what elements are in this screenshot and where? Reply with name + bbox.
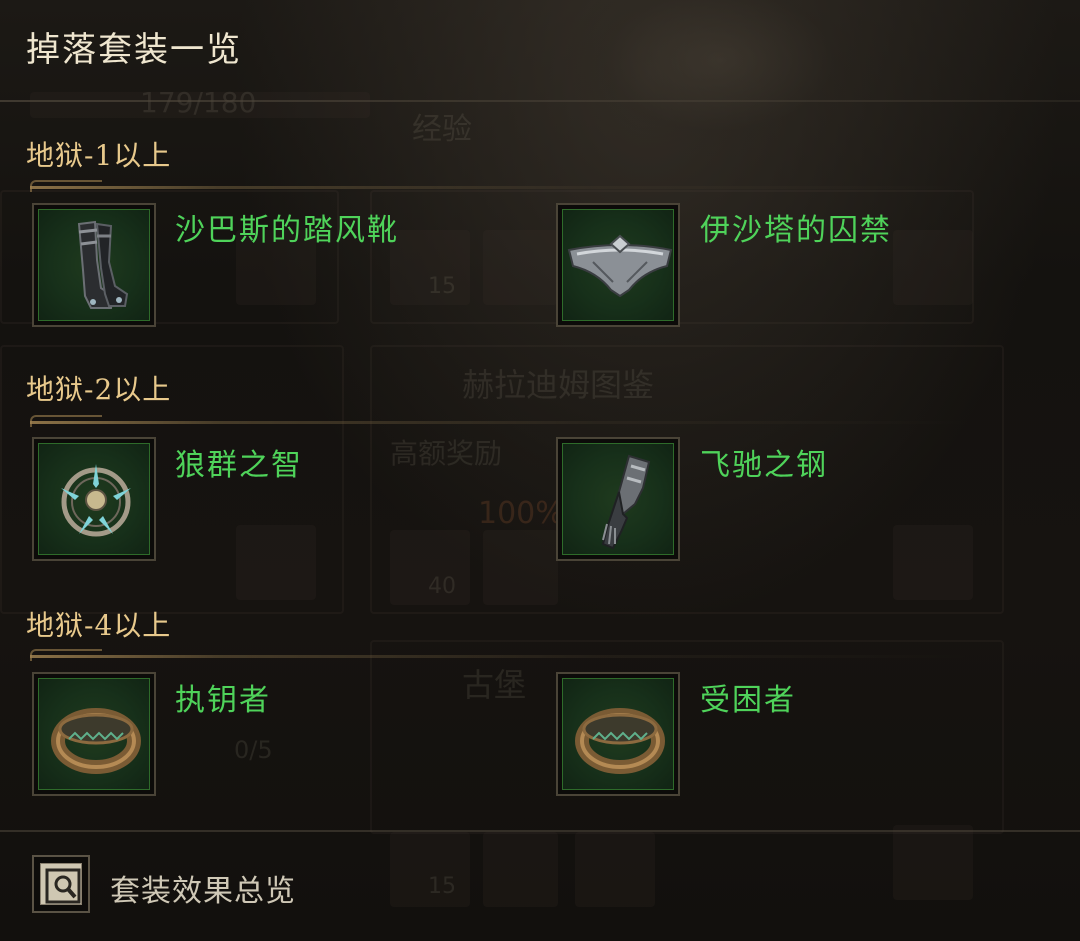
tier-divider-1 — [30, 180, 970, 192]
background-slot — [236, 525, 316, 600]
item-name-keybearer[interactable]: 执钥者 — [175, 675, 271, 719]
background-slot — [575, 832, 655, 907]
background-reward-text: 高额奖励 — [390, 437, 503, 470]
set-overview-icon — [40, 863, 82, 905]
tier-heading-2: 地狱-2以上 — [26, 373, 172, 406]
item-slot-belt[interactable] — [556, 203, 680, 327]
background-count: 40 — [428, 574, 456, 599]
panel-title: 掉落套装一览 — [26, 30, 242, 70]
background-progress-text: 179/180 — [140, 86, 257, 119]
background-percent-text: 100% — [478, 496, 564, 531]
item-slot-ring-keybearer[interactable] — [32, 672, 156, 796]
item-name-boots[interactable]: 沙巴斯的踏风靴 — [175, 205, 399, 249]
background-exp-label: 经验 — [412, 112, 472, 147]
item-name-belt[interactable]: 伊沙塔的囚禁 — [700, 205, 892, 249]
drop-set-panel: 179/180 经验 赫拉迪姆图鉴 高额奖励 100% 15 40 古堡 0/5… — [0, 0, 1080, 941]
set-overview-button[interactable] — [32, 855, 90, 913]
belt-icon — [562, 209, 674, 321]
background-slot — [483, 832, 558, 907]
amulet-icon — [38, 443, 150, 555]
tier-heading-4: 地狱-4以上 — [26, 609, 172, 642]
footer-divider — [0, 830, 1080, 832]
ring-icon — [562, 678, 674, 790]
background-castle-text: 古堡 — [462, 666, 527, 704]
tier-heading-1: 地狱-1以上 — [26, 139, 172, 172]
item-name-gauntlet[interactable]: 飞驰之钢 — [700, 440, 828, 484]
item-slot-gauntlet[interactable] — [556, 437, 680, 561]
background-count: 15 — [428, 274, 456, 299]
background-slot — [893, 825, 973, 900]
background-fraction-text: 0/5 — [234, 736, 273, 764]
background-slot — [483, 530, 558, 605]
background-count: 15 — [428, 874, 456, 899]
title-divider — [0, 100, 1080, 102]
item-slot-amulet[interactable] — [32, 437, 156, 561]
ring-icon — [38, 678, 150, 790]
item-slot-boots[interactable] — [32, 203, 156, 327]
boots-icon — [38, 209, 150, 321]
item-name-trapped[interactable]: 受困者 — [700, 675, 796, 719]
tier-divider-4 — [30, 649, 970, 661]
background-codex-label: 赫拉迪姆图鉴 — [462, 366, 655, 404]
tier-divider-2 — [30, 415, 970, 427]
set-overview-label[interactable]: 套装效果总览 — [110, 866, 296, 910]
background-slot — [483, 230, 558, 305]
background-slot — [893, 230, 973, 305]
background-slot — [893, 525, 973, 600]
gauntlet-icon — [562, 443, 674, 555]
background-emblem — [560, 0, 880, 160]
item-name-amulet[interactable]: 狼群之智 — [175, 440, 303, 484]
item-slot-ring-trapped[interactable] — [556, 672, 680, 796]
